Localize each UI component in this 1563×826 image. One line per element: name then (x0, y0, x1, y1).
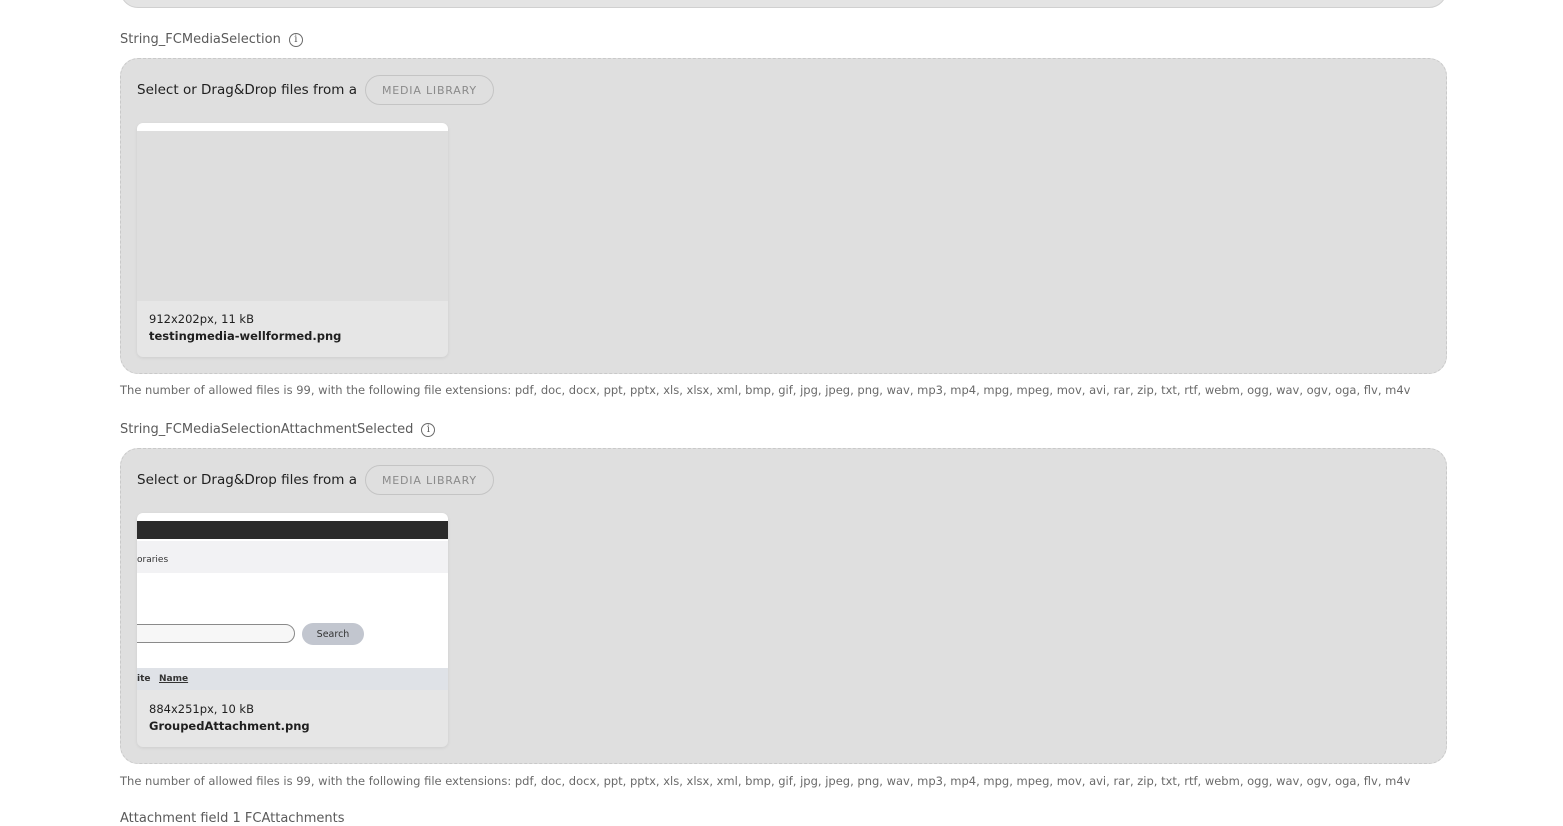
file-dimensions: 884x251px, 10 kB (149, 702, 254, 716)
allowed-files-helper: The number of allowed files is 99, with … (120, 774, 1411, 788)
thumbnail-search-button: Search (302, 623, 364, 645)
file-meta: 912x202px, 11 kB testingmedia-wellformed… (149, 311, 341, 345)
media-dropzone[interactable]: Select or Drag&Drop files from a MEDIA L… (120, 448, 1447, 764)
dropzone-header: Select or Drag&Drop files from a MEDIA L… (137, 75, 494, 105)
file-dimensions: 912x202px, 11 kB (149, 312, 254, 326)
media-library-button[interactable]: MEDIA LIBRARY (365, 465, 494, 495)
file-thumbnail: oraries Search ite Name (137, 521, 448, 690)
allowed-files-helper: The number of allowed files is 99, with … (120, 383, 1411, 397)
thumbnail-nav-text: oraries (137, 555, 169, 565)
file-meta: 884x251px, 10 kB GroupedAttachment.png (149, 701, 310, 735)
thumbnail-subnav: oraries (137, 541, 448, 573)
dropzone-instruction: Select or Drag&Drop files from a (137, 82, 357, 98)
thumbnail-search-input (137, 624, 295, 643)
file-name: testingmedia-wellformed.png (149, 329, 342, 343)
thumbnail-col-1: ite (137, 674, 151, 684)
thumbnail-col-2: Name (159, 674, 189, 684)
file-thumbnail (137, 131, 448, 301)
file-name: GroupedAttachment.png (149, 719, 310, 733)
field-label-media-selection-attachment: String_FCMediaSelectionAttachmentSelecte… (120, 422, 436, 437)
file-card[interactable]: 912x202px, 11 kB testingmedia-wellformed… (137, 123, 448, 357)
field-label-media-selection: String_FCMediaSelection i (120, 32, 303, 47)
media-library-button[interactable]: MEDIA LIBRARY (365, 75, 494, 105)
field-label-text: String_FCMediaSelectionAttachmentSelecte… (120, 422, 414, 437)
thumbnail-top (137, 513, 448, 521)
thumbnail-column-header: ite Name (137, 668, 448, 690)
dropzone-instruction: Select or Drag&Drop files from a (137, 472, 357, 488)
previous-field-input[interactable] (120, 0, 1447, 8)
dropzone-header: Select or Drag&Drop files from a MEDIA L… (137, 465, 494, 495)
file-card[interactable]: oraries Search ite Name 884x251px, 10 kB… (137, 513, 448, 747)
info-icon[interactable]: i (421, 422, 436, 437)
thumbnail-top (137, 123, 448, 131)
media-dropzone[interactable]: Select or Drag&Drop files from a MEDIA L… (120, 58, 1447, 374)
field-label-text: String_FCMediaSelection (120, 32, 281, 47)
thumbnail-header-bar (137, 521, 448, 539)
info-icon[interactable]: i (288, 32, 303, 47)
